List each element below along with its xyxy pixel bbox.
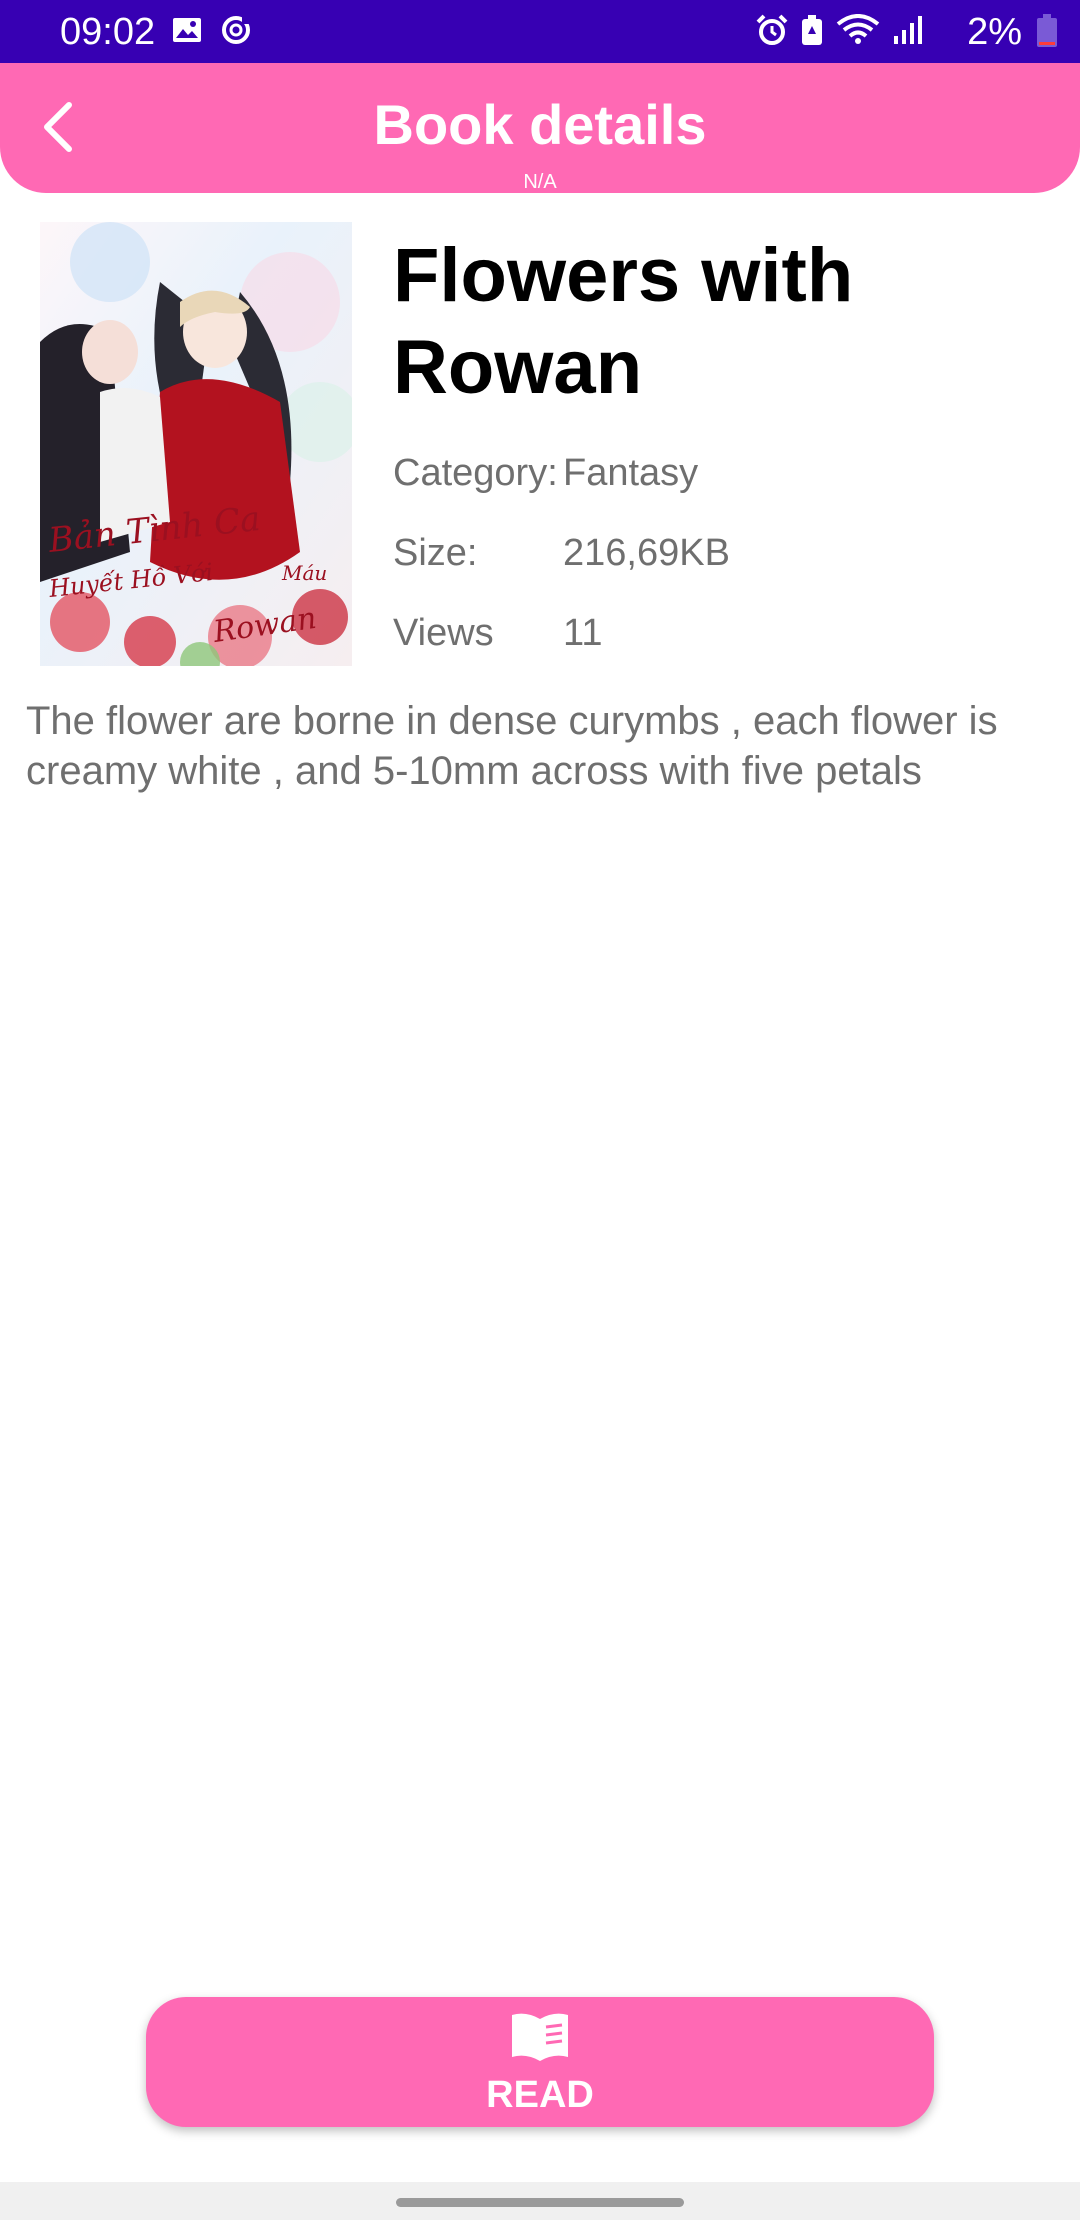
signal-icon bbox=[894, 16, 922, 44]
category-value: Fantasy bbox=[563, 452, 699, 494]
read-button-label: READ bbox=[486, 2074, 594, 2116]
cover-title-line3: Máu bbox=[281, 561, 327, 585]
alarm-icon bbox=[756, 14, 788, 45]
views-label: Views bbox=[393, 612, 494, 654]
size-label: Size: bbox=[393, 532, 478, 574]
battery-percentage: 2% bbox=[967, 11, 1022, 53]
sync-icon bbox=[222, 16, 250, 44]
battery-saver-icon bbox=[802, 15, 822, 45]
views-value: 11 bbox=[563, 612, 603, 654]
size-value: 216,69KB bbox=[563, 532, 730, 574]
status-right-icons bbox=[756, 14, 922, 46]
home-gesture-handle[interactable] bbox=[396, 2198, 684, 2207]
system-nav-bar bbox=[0, 2182, 1080, 2220]
status-left-icons bbox=[172, 14, 252, 46]
status-bar: 09:02 2% bbox=[0, 0, 1080, 63]
app-header: Book details N/A bbox=[0, 63, 1080, 193]
book-title: Flowers with Rowan bbox=[393, 233, 854, 410]
gallery-icon bbox=[173, 18, 201, 42]
status-time: 09:02 bbox=[60, 11, 156, 53]
book-description: The flower are borne in dense curymbs , … bbox=[26, 699, 998, 793]
open-book-icon bbox=[512, 2013, 568, 2061]
page-title: Book details bbox=[373, 93, 707, 156]
read-button[interactable]: READ bbox=[146, 1997, 934, 2127]
battery-icon bbox=[1037, 14, 1057, 47]
wifi-icon bbox=[836, 14, 880, 44]
book-cover-image: Bản Tình Ca Huyết Hồ Với Máu Rowan bbox=[40, 222, 352, 666]
category-label: Category: bbox=[393, 452, 558, 494]
page-subtitle: N/A bbox=[523, 171, 557, 193]
